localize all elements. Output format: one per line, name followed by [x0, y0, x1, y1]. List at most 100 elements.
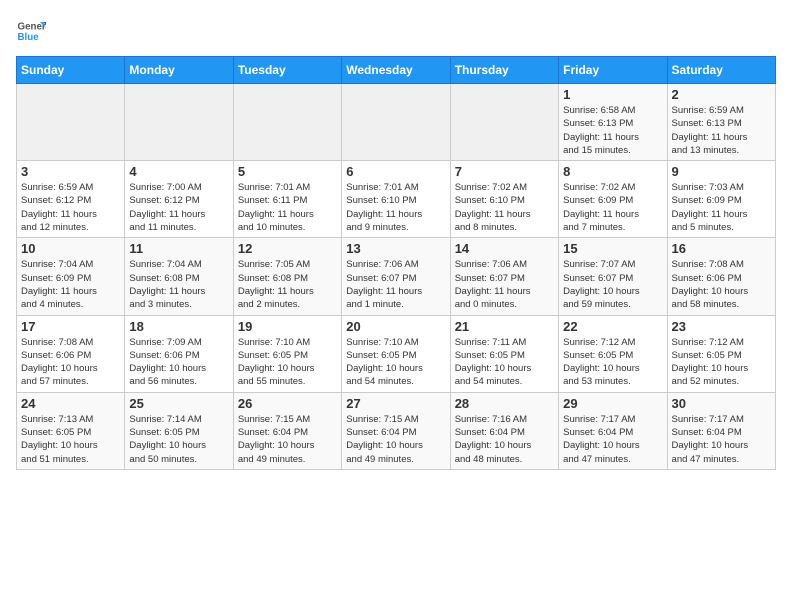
calendar-cell: 20Sunrise: 7:10 AM Sunset: 6:05 PM Dayli… [342, 315, 450, 392]
day-number: 5 [238, 164, 337, 179]
day-number: 19 [238, 319, 337, 334]
calendar-cell: 1 Sunrise: 6:58 AM Sunset: 6:13 PM Daylig… [559, 84, 667, 161]
calendar-week-row: 24 Sunrise: 7:13 AM Sunset: 6:05 PM Dayli… [17, 392, 776, 469]
calendar-cell: 8Sunrise: 7:02 AM Sunset: 6:09 PM Daylig… [559, 161, 667, 238]
day-info: Sunrise: 7:17 AM Sunset: 6:04 PM Dayligh… [563, 413, 662, 466]
day-info: Sunrise: 7:00 AM Sunset: 6:12 PM Dayligh… [129, 181, 228, 234]
day-info: Sunrise: 7:09 AM Sunset: 6:06 PM Dayligh… [129, 336, 228, 389]
day-info: Sunrise: 7:12 AM Sunset: 6:05 PM Dayligh… [672, 336, 771, 389]
day-info: Sunrise: 7:10 AM Sunset: 6:05 PM Dayligh… [238, 336, 337, 389]
day-info: Sunrise: 7:08 AM Sunset: 6:06 PM Dayligh… [672, 258, 771, 311]
day-info: Sunrise: 7:08 AM Sunset: 6:06 PM Dayligh… [21, 336, 120, 389]
calendar-week-row: 17 Sunrise: 7:08 AM Sunset: 6:06 PM Dayli… [17, 315, 776, 392]
day-number: 12 [238, 241, 337, 256]
day-number: 15 [563, 241, 662, 256]
day-number: 24 [21, 396, 120, 411]
day-number: 3 [21, 164, 120, 179]
day-number: 4 [129, 164, 228, 179]
day-info: Sunrise: 6:58 AM Sunset: 6:13 PM Dayligh… [563, 104, 662, 157]
calendar-cell: 19 Sunrise: 7:10 AM Sunset: 6:05 PM Dayli… [233, 315, 341, 392]
calendar-week-row: 10 Sunrise: 7:04 AM Sunset: 6:09 PM Dayli… [17, 238, 776, 315]
day-number: 1 [563, 87, 662, 102]
day-number: 27 [346, 396, 445, 411]
calendar-cell: 24 Sunrise: 7:13 AM Sunset: 6:05 PM Dayli… [17, 392, 125, 469]
weekday-header-sunday: Sunday [17, 57, 125, 84]
calendar-cell: 7 Sunrise: 7:02 AM Sunset: 6:10 PM Daylig… [450, 161, 558, 238]
day-info: Sunrise: 7:02 AM Sunset: 6:10 PM Dayligh… [455, 181, 554, 234]
day-info: Sunrise: 7:06 AM Sunset: 6:07 PM Dayligh… [346, 258, 445, 311]
day-info: Sunrise: 7:15 AM Sunset: 6:04 PM Dayligh… [238, 413, 337, 466]
calendar-week-row: 3Sunrise: 6:59 AM Sunset: 6:12 PM Daylig… [17, 161, 776, 238]
day-info: Sunrise: 7:04 AM Sunset: 6:09 PM Dayligh… [21, 258, 120, 311]
weekday-header-friday: Friday [559, 57, 667, 84]
day-number: 29 [563, 396, 662, 411]
calendar-cell: 28Sunrise: 7:16 AM Sunset: 6:04 PM Dayli… [450, 392, 558, 469]
calendar-cell: 10 Sunrise: 7:04 AM Sunset: 6:09 PM Dayli… [17, 238, 125, 315]
day-number: 25 [129, 396, 228, 411]
day-info: Sunrise: 7:01 AM Sunset: 6:10 PM Dayligh… [346, 181, 445, 234]
day-info: Sunrise: 7:17 AM Sunset: 6:04 PM Dayligh… [672, 413, 771, 466]
day-number: 28 [455, 396, 554, 411]
day-number: 11 [129, 241, 228, 256]
day-number: 18 [129, 319, 228, 334]
day-info: Sunrise: 7:02 AM Sunset: 6:09 PM Dayligh… [563, 181, 662, 234]
day-info: Sunrise: 7:11 AM Sunset: 6:05 PM Dayligh… [455, 336, 554, 389]
day-info: Sunrise: 6:59 AM Sunset: 6:13 PM Dayligh… [672, 104, 771, 157]
calendar-cell: 22 Sunrise: 7:12 AM Sunset: 6:05 PM Dayli… [559, 315, 667, 392]
day-info: Sunrise: 7:03 AM Sunset: 6:09 PM Dayligh… [672, 181, 771, 234]
calendar-cell: 4 Sunrise: 7:00 AM Sunset: 6:12 PM Daylig… [125, 161, 233, 238]
day-number: 2 [672, 87, 771, 102]
calendar-cell: 30 Sunrise: 7:17 AM Sunset: 6:04 PM Dayli… [667, 392, 775, 469]
day-number: 7 [455, 164, 554, 179]
day-info: Sunrise: 7:13 AM Sunset: 6:05 PM Dayligh… [21, 413, 120, 466]
day-info: Sunrise: 7:12 AM Sunset: 6:05 PM Dayligh… [563, 336, 662, 389]
calendar-cell: 12 Sunrise: 7:05 AM Sunset: 6:08 PM Dayli… [233, 238, 341, 315]
day-number: 21 [455, 319, 554, 334]
calendar-cell: 9 Sunrise: 7:03 AM Sunset: 6:09 PM Daylig… [667, 161, 775, 238]
calendar-cell [450, 84, 558, 161]
calendar-cell [125, 84, 233, 161]
day-number: 23 [672, 319, 771, 334]
weekday-header-wednesday: Wednesday [342, 57, 450, 84]
day-number: 22 [563, 319, 662, 334]
calendar-cell [233, 84, 341, 161]
calendar-cell: 26 Sunrise: 7:15 AM Sunset: 6:04 PM Dayli… [233, 392, 341, 469]
weekday-header-saturday: Saturday [667, 57, 775, 84]
calendar-cell: 23 Sunrise: 7:12 AM Sunset: 6:05 PM Dayli… [667, 315, 775, 392]
day-info: Sunrise: 7:05 AM Sunset: 6:08 PM Dayligh… [238, 258, 337, 311]
day-number: 10 [21, 241, 120, 256]
calendar-cell: 5 Sunrise: 7:01 AM Sunset: 6:11 PM Daylig… [233, 161, 341, 238]
day-info: Sunrise: 7:06 AM Sunset: 6:07 PM Dayligh… [455, 258, 554, 311]
calendar-cell: 29 Sunrise: 7:17 AM Sunset: 6:04 PM Dayli… [559, 392, 667, 469]
day-info: Sunrise: 7:10 AM Sunset: 6:05 PM Dayligh… [346, 336, 445, 389]
calendar-cell: 17 Sunrise: 7:08 AM Sunset: 6:06 PM Dayli… [17, 315, 125, 392]
day-number: 14 [455, 241, 554, 256]
day-info: Sunrise: 7:15 AM Sunset: 6:04 PM Dayligh… [346, 413, 445, 466]
day-info: Sunrise: 7:04 AM Sunset: 6:08 PM Dayligh… [129, 258, 228, 311]
day-number: 6 [346, 164, 445, 179]
day-number: 26 [238, 396, 337, 411]
svg-text:Blue: Blue [18, 32, 40, 43]
calendar-cell: 11 Sunrise: 7:04 AM Sunset: 6:08 PM Dayli… [125, 238, 233, 315]
calendar-cell: 13 Sunrise: 7:06 AM Sunset: 6:07 PM Dayli… [342, 238, 450, 315]
logo: General Blue [16, 16, 48, 46]
calendar-cell: 16 Sunrise: 7:08 AM Sunset: 6:06 PM Dayli… [667, 238, 775, 315]
day-number: 13 [346, 241, 445, 256]
calendar-week-row: 1 Sunrise: 6:58 AM Sunset: 6:13 PM Daylig… [17, 84, 776, 161]
day-info: Sunrise: 7:14 AM Sunset: 6:05 PM Dayligh… [129, 413, 228, 466]
calendar-cell: 3Sunrise: 6:59 AM Sunset: 6:12 PM Daylig… [17, 161, 125, 238]
day-number: 30 [672, 396, 771, 411]
calendar-cell: 2 Sunrise: 6:59 AM Sunset: 6:13 PM Daylig… [667, 84, 775, 161]
weekday-header-monday: Monday [125, 57, 233, 84]
calendar-cell: 14 Sunrise: 7:06 AM Sunset: 6:07 PM Dayli… [450, 238, 558, 315]
weekday-header-thursday: Thursday [450, 57, 558, 84]
calendar-cell: 15Sunrise: 7:07 AM Sunset: 6:07 PM Dayli… [559, 238, 667, 315]
day-number: 17 [21, 319, 120, 334]
day-number: 16 [672, 241, 771, 256]
calendar-table: SundayMondayTuesdayWednesdayThursdayFrid… [16, 56, 776, 470]
calendar-cell [342, 84, 450, 161]
calendar-cell: 21 Sunrise: 7:11 AM Sunset: 6:05 PM Dayli… [450, 315, 558, 392]
calendar-cell: 25 Sunrise: 7:14 AM Sunset: 6:05 PM Dayli… [125, 392, 233, 469]
day-number: 9 [672, 164, 771, 179]
day-info: Sunrise: 7:01 AM Sunset: 6:11 PM Dayligh… [238, 181, 337, 234]
